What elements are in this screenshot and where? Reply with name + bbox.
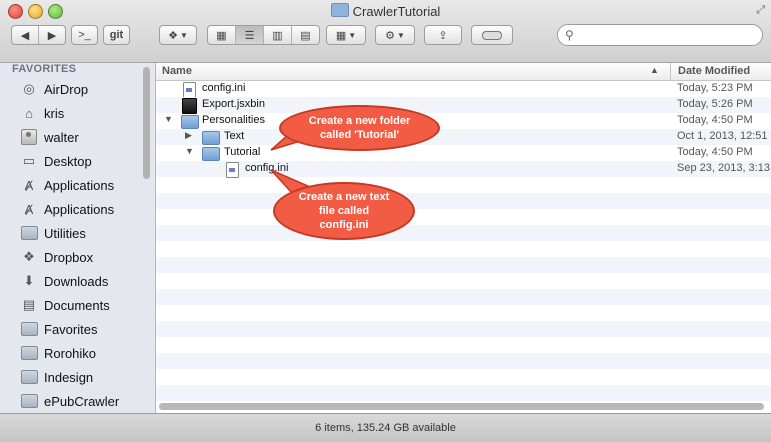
status-bar: 6 items, 135.24 GB available bbox=[0, 413, 771, 442]
callout-create-file-text: Create a new text file called config.ini bbox=[298, 191, 390, 231]
callout-create-file: Create a new text file called config.ini bbox=[273, 182, 415, 240]
callout-create-folder-text: Create a new folder called 'Tutorial' bbox=[308, 115, 411, 141]
status-text: 6 items, 135.24 GB available bbox=[315, 422, 456, 434]
callout-create-folder: Create a new folder called 'Tutorial' bbox=[279, 105, 440, 151]
